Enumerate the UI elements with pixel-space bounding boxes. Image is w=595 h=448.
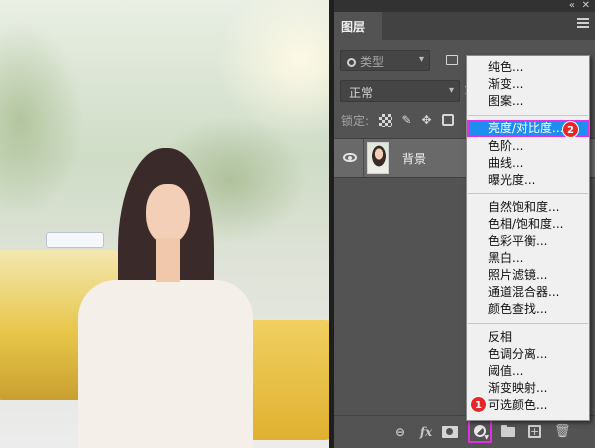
menu-item-color-lookup[interactable]: 颜色查找...	[467, 301, 589, 318]
lock-all-icon[interactable]	[442, 114, 454, 126]
photo-canvas	[0, 0, 329, 448]
new-layer-icon[interactable]: +	[528, 425, 541, 438]
taxi-car-right	[240, 320, 329, 440]
menu-item-gradient-map[interactable]: 渐变映射...	[467, 380, 589, 397]
menu-item-vibrance[interactable]: 自然饱和度...	[467, 199, 589, 216]
layer-style-fx-icon[interactable]: fx	[417, 424, 435, 440]
girl-face	[146, 184, 190, 244]
blend-mode-value: 正常	[349, 86, 374, 100]
filter-pixel-layers-icon[interactable]	[446, 55, 458, 65]
delete-layer-trash-icon[interactable]: 🗑	[554, 424, 571, 440]
close-panel-icon[interactable]: ✕	[582, 0, 590, 12]
visibility-eye-icon[interactable]	[343, 153, 357, 162]
chevron-down-icon: ▾	[448, 85, 454, 96]
link-layers-icon[interactable]: ⊖	[391, 424, 409, 440]
new-group-folder-icon[interactable]	[501, 425, 515, 437]
menu-item-exposure[interactable]: 曝光度...	[467, 172, 589, 189]
girl-dress	[78, 280, 253, 448]
taxi-sign	[46, 232, 104, 248]
menu-item-photo-filter[interactable]: 照片滤镜...	[467, 267, 589, 284]
menu-item-black-white[interactable]: 黑白...	[467, 250, 589, 267]
layer-name: 背景	[402, 152, 427, 166]
search-icon	[347, 58, 356, 67]
step-badge-1: 1	[470, 396, 487, 413]
menu-item-threshold[interactable]: 阈值...	[467, 363, 589, 380]
menu-item-invert[interactable]: 反相	[467, 329, 589, 346]
panel-menu-icon[interactable]	[577, 18, 589, 28]
menu-item-hue-saturation[interactable]: 色相/饱和度...	[467, 216, 589, 233]
lock-label: 锁定:	[341, 114, 370, 128]
menu-item-pattern[interactable]: 图案...	[467, 93, 589, 110]
tab-layers[interactable]: 图层	[334, 12, 382, 40]
menu-divider	[468, 323, 588, 324]
menu-item-levels[interactable]: 色阶...	[467, 138, 589, 155]
menu-item-curves[interactable]: 曲线...	[467, 155, 589, 172]
layer-row-divider	[363, 139, 364, 177]
menu-item-posterize[interactable]: 色调分离...	[467, 346, 589, 363]
layer-thumbnail	[367, 142, 389, 174]
kind-filter-dropdown[interactable]: 类型 ▾	[340, 50, 430, 71]
lock-position-icon[interactable]: ✥	[420, 114, 433, 127]
menu-divider	[468, 115, 588, 116]
lock-image-pixels-icon[interactable]: ✎	[400, 114, 413, 127]
menu-divider	[468, 193, 588, 194]
kind-filter-value: 类型	[360, 55, 385, 69]
step-badge-2: 2	[562, 121, 579, 138]
panel-tab-bar: 图层	[334, 12, 595, 40]
adjustment-layer-menu: 纯色... 渐变... 图案... 亮度/对比度... 色阶... 曲线... …	[466, 55, 590, 421]
caret-icon: ▼	[484, 434, 489, 441]
menu-item-channel-mixer[interactable]: 通道混合器...	[467, 284, 589, 301]
blend-mode-dropdown[interactable]: 正常 ▾	[340, 80, 460, 102]
new-adjustment-layer-button[interactable]: ▼	[468, 419, 492, 443]
menu-item-gradient[interactable]: 渐变...	[467, 76, 589, 93]
panel-title-bar: « ✕	[334, 0, 595, 12]
lock-transparent-pixels-icon[interactable]	[379, 114, 392, 127]
menu-item-solid-color[interactable]: 纯色...	[467, 59, 589, 76]
collapse-panel-icon[interactable]: «	[569, 0, 575, 12]
menu-item-color-balance[interactable]: 色彩平衡...	[467, 233, 589, 250]
chevron-down-icon: ▾	[418, 54, 424, 65]
add-mask-icon[interactable]	[442, 426, 458, 438]
girl-neck	[156, 238, 180, 282]
